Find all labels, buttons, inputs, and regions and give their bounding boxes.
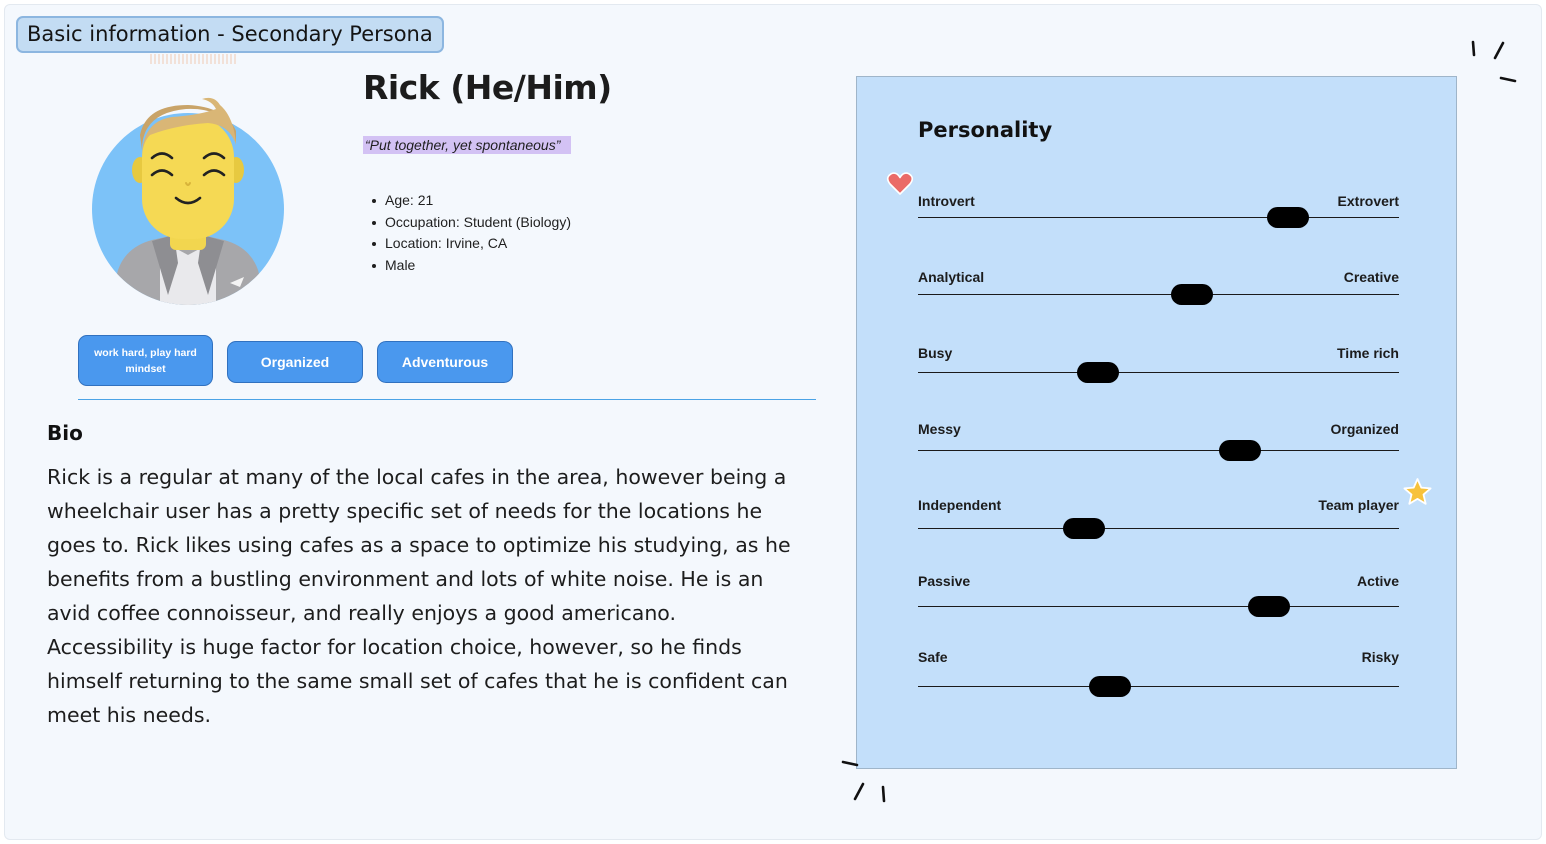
- tag-chip-line: work hard, play hard: [94, 346, 197, 359]
- trait-left-label: Safe: [918, 649, 948, 665]
- personality-title: Personality: [918, 118, 1053, 142]
- section-divider: [78, 399, 816, 400]
- trait-right-label: Team player: [1318, 497, 1399, 513]
- trait-slider-knob[interactable]: [1248, 596, 1291, 617]
- trait-right-label: Creative: [1343, 269, 1399, 285]
- trait-left-label: Analytical: [918, 269, 985, 285]
- star-icon[interactable]: [1402, 477, 1433, 507]
- trait-right-label: Organized: [1330, 421, 1399, 437]
- sparkle-mark-icon: [1471, 40, 1517, 83]
- trait-track: [918, 606, 1399, 607]
- bio-text: Rick is a regular at many of the local c…: [47, 460, 791, 732]
- fact-location: Location: Irvine, CA: [371, 233, 571, 255]
- persona-avatar: [90, 95, 286, 305]
- trait-introvert-extrovert: Introvert Extrovert: [918, 193, 1399, 253]
- bio-line: wheelchair user has a pretty specific se…: [47, 499, 763, 523]
- heart-icon[interactable]: [886, 171, 914, 197]
- trait-slider-knob[interactable]: [1267, 207, 1310, 228]
- trait-right-label: Risky: [1361, 649, 1399, 665]
- trait-slider-knob[interactable]: [1077, 362, 1120, 383]
- trait-left-label: Passive: [918, 573, 971, 589]
- sparkle-mark-icon: [841, 760, 886, 803]
- bio-line: himself returning to the same small set …: [47, 669, 788, 693]
- bio-line: Rick is a regular at many of the local c…: [47, 465, 787, 489]
- trait-left-label: Introvert: [918, 193, 975, 209]
- trait-right-label: Time rich: [1337, 345, 1399, 361]
- persona-name: Rick (He/Him): [363, 68, 612, 107]
- personality-card: Personality Introvert Extrovert Analytic…: [856, 76, 1457, 769]
- trait-left-label: Independent: [918, 497, 1002, 513]
- trait-slider-knob[interactable]: [1171, 284, 1214, 305]
- trait-slider-knob[interactable]: [1062, 518, 1105, 539]
- trait-messy-organized: Messy Organized: [918, 421, 1399, 481]
- trait-independent-teamplayer: Independent Team player: [918, 497, 1399, 557]
- persona-quote: “Put together, yet spontaneous”: [363, 136, 572, 154]
- trait-slider-knob[interactable]: [1219, 440, 1262, 461]
- tag-chip-line: mindset: [125, 362, 166, 375]
- tag-chip-organized[interactable]: Organized: [227, 341, 363, 383]
- tag-residue-decoration: [150, 54, 236, 64]
- fact-gender: Male: [371, 255, 571, 277]
- trait-busy-timerich: Busy Time rich: [918, 345, 1399, 405]
- avatar-illustration-icon: [92, 97, 284, 305]
- fact-occupation: Occupation: Student (Biology): [371, 212, 571, 234]
- trait-left-label: Busy: [918, 345, 953, 361]
- bio-line: goes to. Rick likes using cafes as a spa…: [47, 533, 791, 557]
- trait-track: [918, 217, 1399, 218]
- trait-track: [918, 528, 1399, 529]
- trait-track: [918, 686, 1399, 687]
- trait-right-label: Active: [1356, 573, 1399, 589]
- trait-track: [918, 372, 1399, 373]
- fact-age: Age: 21: [371, 190, 571, 212]
- bio-heading: Bio: [47, 421, 83, 445]
- bio-line: meet his needs.: [47, 703, 212, 727]
- bio-line: Accessibility is huge factor for locatio…: [47, 635, 742, 659]
- bio-line: benefits from a bustling environment and…: [47, 567, 764, 591]
- trait-slider-knob[interactable]: [1089, 676, 1132, 697]
- trait-track: [918, 450, 1399, 451]
- tag-chip-work-hard[interactable]: work hard, play hard mindset: [78, 335, 213, 386]
- persona-facts-list: Age: 21 Occupation: Student (Biology) Lo…: [371, 190, 571, 276]
- bio-line: avid coffee connoisseur, and really enjo…: [47, 601, 677, 625]
- trait-left-label: Messy: [918, 421, 961, 437]
- trait-safe-risky: Safe Risky: [918, 649, 1399, 709]
- trait-track: [918, 294, 1399, 295]
- tag-chip-adventurous[interactable]: Adventurous: [377, 341, 513, 383]
- trait-passive-active: Passive Active: [918, 573, 1399, 633]
- section-label[interactable]: Basic information - Secondary Persona: [16, 16, 444, 53]
- trait-analytical-creative: Analytical Creative: [918, 269, 1399, 329]
- trait-right-label: Extrovert: [1337, 193, 1399, 209]
